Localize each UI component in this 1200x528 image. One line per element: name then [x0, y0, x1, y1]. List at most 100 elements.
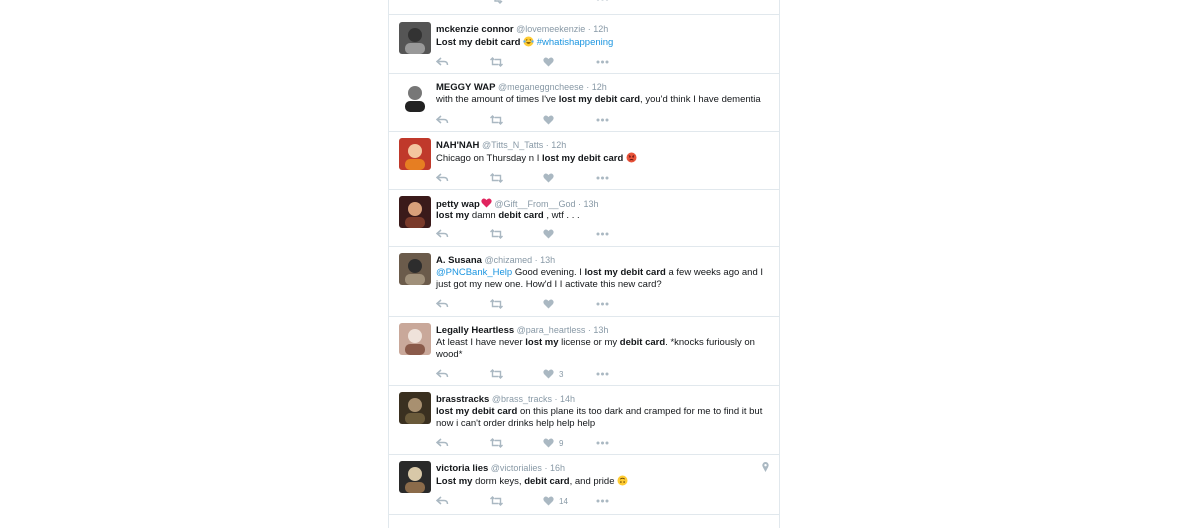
tweet-header: NAH'NAH @Titts_N_Tatts · 12h [436, 140, 769, 151]
text-segment: with the amount of times I've [436, 94, 559, 105]
like-button[interactable] [543, 55, 554, 69]
reply-button[interactable] [436, 494, 449, 508]
user-name[interactable]: A. Susana [436, 255, 482, 266]
tweet[interactable]: victoria lies @victorialies · 16h Lost my… [389, 454, 779, 515]
tweet-actions [436, 227, 636, 241]
reply-button[interactable] [436, 367, 449, 381]
tweet[interactable]: petty wap @Gift__From__God · 13h lost my … [389, 189, 779, 247]
more-button[interactable] [596, 436, 609, 450]
user-name[interactable]: victoria lies [436, 463, 488, 474]
retweet-button[interactable] [489, 367, 504, 381]
user-handle[interactable]: @chizamed [482, 255, 532, 265]
tweet-header: MEGGY WAP @meganeggncheese · 12h [436, 82, 769, 93]
timestamp[interactable]: 13h [593, 325, 608, 335]
more-icon [596, 441, 609, 445]
tweet[interactable]: A. Susana @chizamed · 13h @PNCBank_Help G… [389, 246, 779, 317]
text-segment: , you'd think I have dementia [640, 94, 761, 105]
retweet-icon[interactable] [491, 0, 504, 6]
tweet-actions: 9 [436, 436, 636, 450]
like-button[interactable]: 14 [543, 494, 568, 508]
reply-button[interactable] [436, 227, 449, 241]
avatar[interactable] [399, 22, 431, 54]
avatar[interactable] [399, 253, 431, 285]
tweet[interactable]: brasstracks @brass_tracks · 14h lost my d… [389, 385, 779, 455]
more-button[interactable] [596, 227, 609, 241]
reply-button[interactable] [436, 436, 449, 450]
user-handle[interactable]: @victorialies [488, 463, 542, 473]
avatar[interactable] [399, 392, 431, 424]
avatar[interactable] [399, 196, 431, 228]
like-button[interactable] [543, 113, 554, 127]
tweet-header: A. Susana @chizamed · 13h [436, 255, 769, 266]
more-icon [596, 302, 609, 306]
more-button[interactable] [596, 113, 609, 127]
more-button[interactable] [596, 55, 609, 69]
retweet-button[interactable] [489, 113, 504, 127]
like-button[interactable] [543, 297, 554, 311]
timestamp[interactable]: 12h [592, 82, 607, 92]
reply-button[interactable] [436, 297, 449, 311]
like-button[interactable] [543, 227, 554, 241]
more-button[interactable] [596, 297, 609, 311]
reply-button[interactable] [436, 171, 449, 185]
reply-icon [436, 496, 449, 506]
avatar[interactable] [399, 138, 431, 170]
tweet-link[interactable]: #whatishappening [537, 37, 614, 48]
more-icon [596, 372, 609, 376]
avatar[interactable] [399, 323, 431, 355]
more-icon [596, 232, 609, 236]
retweet-button[interactable] [489, 297, 504, 311]
tweet[interactable]: MEGGY WAP @meganeggncheese · 12h with the… [389, 73, 779, 132]
retweet-icon [489, 438, 504, 448]
retweet-icon [489, 229, 504, 239]
timestamp[interactable]: 16h [550, 463, 565, 473]
more-button[interactable] [596, 494, 609, 508]
tweet-actions [436, 297, 636, 311]
user-handle[interactable]: @para_heartless [514, 325, 586, 335]
avatar[interactable] [399, 80, 431, 112]
like-button[interactable]: 9 [543, 436, 563, 450]
user-handle[interactable]: @Titts_N_Tatts [479, 140, 543, 150]
retweet-button[interactable] [489, 55, 504, 69]
tweet-text: Chicago on Thursday n I lost my debit ca… [436, 152, 766, 165]
timestamp[interactable]: 12h [551, 140, 566, 150]
timestamp[interactable]: 13h [583, 199, 598, 209]
retweet-button[interactable] [489, 494, 504, 508]
avatar[interactable] [399, 461, 431, 493]
retweet-button[interactable] [489, 171, 504, 185]
more-button[interactable] [596, 367, 609, 381]
more-button[interactable] [596, 171, 609, 185]
text-segment: license or my [558, 337, 620, 348]
retweet-button[interactable] [489, 436, 504, 450]
user-name[interactable]: MEGGY WAP [436, 82, 495, 93]
more-icon [596, 118, 609, 122]
tweet[interactable]: mckenzie connor @lovemeekenzie · 12h Lost… [389, 15, 779, 74]
user-name[interactable]: brasstracks [436, 394, 489, 405]
user-handle[interactable]: @Gift__From__God [492, 199, 575, 209]
timestamp[interactable]: 14h [560, 394, 575, 404]
tweet[interactable]: NAH'NAH @Titts_N_Tatts · 12h Chicago on T… [389, 131, 779, 190]
reply-button[interactable] [436, 113, 449, 127]
red-heart-icon [481, 198, 492, 209]
reply-button[interactable] [436, 55, 449, 69]
text-segment: Good evening. I [512, 267, 585, 278]
like-button[interactable] [543, 171, 554, 185]
retweet-button[interactable] [489, 227, 504, 241]
tweet-text: with the amount of times I've lost my de… [436, 94, 766, 106]
tears-of-joy-emoji-icon [523, 36, 534, 47]
user-name[interactable]: mckenzie connor [436, 24, 514, 35]
like-button[interactable]: 3 [543, 367, 563, 381]
timestamp[interactable]: 13h [540, 255, 555, 265]
user-handle[interactable]: @brass_tracks [489, 394, 552, 404]
user-handle[interactable]: @meganeggncheese [495, 82, 584, 92]
user-name[interactable]: Legally Heartless [436, 325, 514, 336]
heart-icon [543, 438, 554, 448]
user-name[interactable]: petty wap [436, 199, 480, 210]
tweet[interactable]: Legally Heartless @para_heartless · 13h A… [389, 316, 779, 386]
user-handle[interactable]: @lovemeekenzie [514, 24, 585, 34]
tweet-link[interactable]: @PNCBank_Help [436, 267, 512, 278]
user-name[interactable]: NAH'NAH [436, 140, 479, 151]
tweet-text: lost my damn debit card , wtf . . . [436, 210, 766, 222]
timestamp[interactable]: 12h [593, 24, 608, 34]
more-icon[interactable] [596, 0, 609, 6]
